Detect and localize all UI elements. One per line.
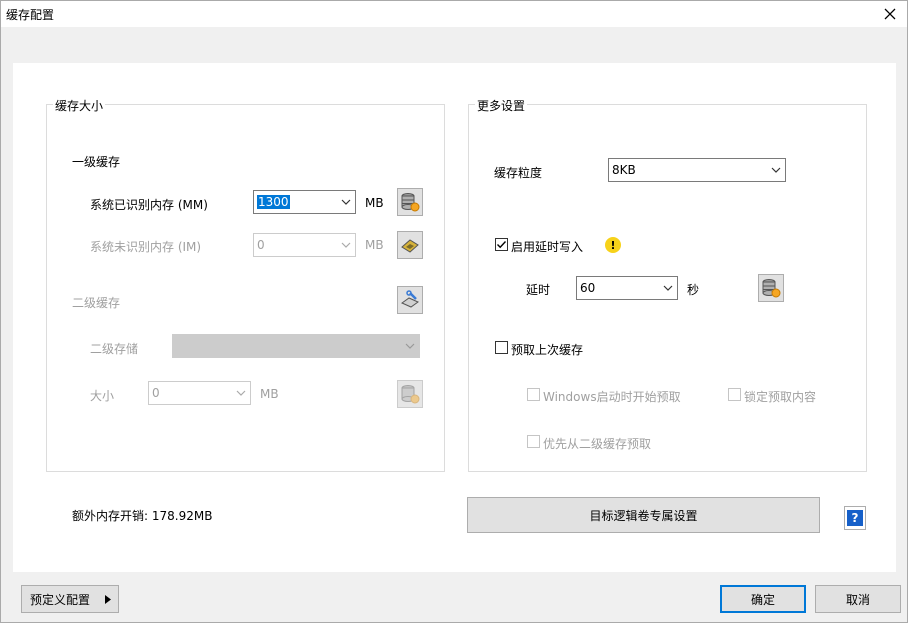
content-panel: 缓存大小 一级缓存 系统已识别内存 (MM) 1300 MB 系统未识别内存 (… bbox=[13, 63, 896, 572]
prefer-l2-label[interactable]: 优先从二级缓存预取 bbox=[543, 435, 651, 452]
unrecognized-mem-combo[interactable]: 0 bbox=[253, 233, 356, 257]
ok-button-label: 确定 bbox=[750, 592, 775, 607]
close-button[interactable] bbox=[873, 1, 907, 27]
l2-size-combo[interactable]: 0 bbox=[148, 381, 251, 405]
chevron-down-icon bbox=[341, 199, 351, 205]
more-settings-group: 更多设置 缓存粒度 8KB 启用延时写入 ! 延时 60 秒 预取上次缓存 Wi… bbox=[468, 97, 867, 472]
database-icon bbox=[401, 385, 420, 404]
lock-prefetch-label[interactable]: 锁定预取内容 bbox=[744, 388, 816, 405]
unrecognized-mem-value: 0 bbox=[257, 238, 265, 252]
recognized-mem-combo[interactable]: 1300 bbox=[253, 190, 356, 214]
chevron-down-icon bbox=[236, 390, 246, 396]
prefetch-on-start-checkbox[interactable] bbox=[527, 388, 540, 401]
l2-storage-combo[interactable] bbox=[172, 334, 420, 358]
prefer-l2-checkbox[interactable] bbox=[527, 435, 540, 448]
memory-card-icon bbox=[401, 239, 419, 253]
delay-unit: 秒 bbox=[687, 283, 700, 297]
volume-settings-button-label: 目标逻辑卷专属设置 bbox=[589, 508, 698, 523]
check-icon bbox=[497, 241, 507, 249]
lock-prefetch-checkbox[interactable] bbox=[728, 388, 741, 401]
granularity-label: 缓存粒度 bbox=[494, 166, 543, 180]
apply-delay-button[interactable] bbox=[758, 274, 784, 302]
granularity-value: 8KB bbox=[612, 163, 636, 177]
ok-button[interactable]: 确定 bbox=[720, 585, 806, 613]
preset-config-button[interactable]: 预定义配置 bbox=[21, 585, 119, 613]
cancel-button[interactable]: 取消 bbox=[815, 585, 901, 613]
caret-right-icon bbox=[105, 595, 111, 604]
recognized-mem-label: 系统已识别内存 (MM) bbox=[90, 198, 208, 212]
cache-size-group: 缓存大小 一级缓存 系统已识别内存 (MM) 1300 MB 系统未识别内存 (… bbox=[46, 97, 445, 472]
volume-settings-button[interactable]: 目标逻辑卷专属设置 bbox=[467, 497, 820, 533]
prefetch-label[interactable]: 预取上次缓存 bbox=[511, 341, 583, 358]
apply-l2-button[interactable] bbox=[397, 380, 423, 408]
chevron-down-icon bbox=[663, 285, 673, 291]
cache-size-group-title: 缓存大小 bbox=[53, 97, 106, 114]
deferred-write-label[interactable]: 启用延时写入 bbox=[511, 238, 583, 255]
deferred-write-checkbox[interactable] bbox=[495, 238, 508, 251]
chevron-down-icon bbox=[405, 343, 415, 349]
apply-mm-button[interactable] bbox=[397, 188, 423, 216]
l2-size-unit: MB bbox=[260, 387, 279, 401]
recognized-mem-value[interactable]: 1300 bbox=[257, 195, 290, 209]
delay-label: 延时 bbox=[526, 283, 551, 297]
delay-combo[interactable]: 60 bbox=[576, 276, 678, 300]
delay-value: 60 bbox=[580, 281, 596, 295]
warning-icon: ! bbox=[605, 237, 621, 253]
help-icon: ? bbox=[847, 510, 863, 526]
title-bar: 缓存配置 bbox=[1, 1, 907, 27]
recognized-mem-unit: MB bbox=[365, 196, 384, 210]
l2-size-value: 0 bbox=[152, 386, 160, 400]
granularity-combo[interactable]: 8KB bbox=[608, 158, 786, 182]
prefetch-on-start-label[interactable]: Windows启动时开始预取 bbox=[543, 388, 681, 405]
unrecognized-mem-unit: MB bbox=[365, 238, 384, 252]
cancel-button-label: 取消 bbox=[845, 592, 870, 607]
apply-im-button[interactable] bbox=[397, 231, 423, 259]
unrecognized-mem-label: 系统未识别内存 (IM) bbox=[90, 240, 202, 254]
memory-overhead-text: 额外内存开销: 178.92MB bbox=[72, 509, 213, 523]
l2-cache-config-button[interactable] bbox=[397, 286, 423, 314]
more-settings-group-title: 更多设置 bbox=[475, 97, 528, 114]
preset-config-label: 预定义配置 bbox=[30, 592, 91, 607]
database-icon bbox=[401, 193, 420, 212]
cache-config-dialog: 缓存配置 缓存大小 一级缓存 系统已识别内存 (MM) 1300 MB 系统未识… bbox=[0, 0, 908, 623]
help-button[interactable]: ? bbox=[844, 506, 866, 530]
disk-wrench-icon bbox=[400, 290, 420, 308]
l2-cache-label: 二级缓存 bbox=[72, 296, 121, 310]
chevron-down-icon bbox=[341, 242, 351, 248]
l2-size-label: 大小 bbox=[90, 389, 115, 403]
l1-cache-label: 一级缓存 bbox=[72, 155, 121, 169]
window-title: 缓存配置 bbox=[6, 8, 55, 22]
close-icon bbox=[884, 8, 896, 20]
prefetch-checkbox[interactable] bbox=[495, 341, 508, 354]
chevron-down-icon bbox=[771, 167, 781, 173]
l2-storage-label: 二级存储 bbox=[90, 342, 139, 356]
database-icon bbox=[762, 279, 781, 298]
